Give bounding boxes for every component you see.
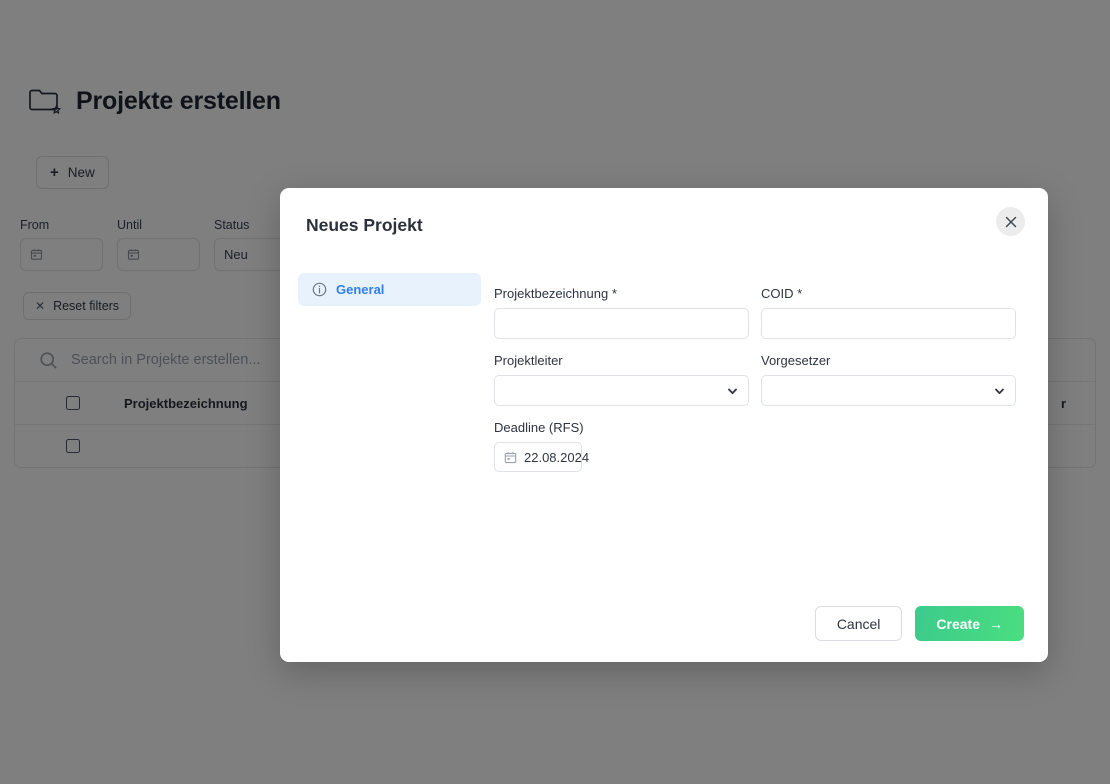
dialog-sidebar: General <box>298 273 481 306</box>
field-projektleiter-label: Projektleiter <box>494 353 563 368</box>
create-button-label: Create <box>936 615 980 632</box>
field-projektbezeichnung: Projektbezeichnung * <box>494 286 749 339</box>
field-projektleiter: Projektleiter <box>494 353 749 406</box>
dialog-footer: Cancel Create → <box>814 606 1024 641</box>
close-dialog-button[interactable] <box>996 207 1025 236</box>
create-button[interactable]: Create → <box>915 606 1024 641</box>
vorgesetzer-select[interactable] <box>761 375 1016 406</box>
field-vorgesetzer-label: Vorgesetzer <box>761 353 831 368</box>
projektbezeichnung-input[interactable] <box>494 308 749 339</box>
calendar-icon <box>504 451 517 464</box>
arrow-right-icon: → <box>989 615 1003 632</box>
deadline-rfs-value: 22.08.2024 <box>524 449 590 465</box>
dialog-title: Neues Projekt <box>306 215 423 235</box>
field-vorgesetzer: Vorgesetzer <box>761 353 1016 406</box>
deadline-rfs-date-input[interactable]: 22.08.2024 <box>494 442 589 472</box>
coid-input[interactable] <box>761 308 1016 339</box>
field-projektbezeichnung-label: Projektbezeichnung * <box>494 286 617 301</box>
projektleiter-select[interactable] <box>494 375 749 406</box>
new-project-dialog: Neues Projekt General Projektbezeichnung… <box>280 188 1048 662</box>
field-deadline-rfs: Deadline (RFS) 22.08.2024 <box>494 420 749 472</box>
field-deadline-rfs-label: Deadline (RFS) <box>494 420 584 435</box>
new-project-form: Projektbezeichnung * COID * Projektleite… <box>494 286 1016 472</box>
field-coid: COID * <box>761 286 1016 339</box>
dialog-tab-general-label: General <box>336 282 385 297</box>
dialog-tab-general[interactable]: General <box>298 273 481 306</box>
info-circle-icon <box>312 282 327 297</box>
cancel-button[interactable]: Cancel <box>814 606 903 641</box>
field-coid-label: COID * <box>761 286 803 301</box>
close-icon <box>1005 216 1017 228</box>
